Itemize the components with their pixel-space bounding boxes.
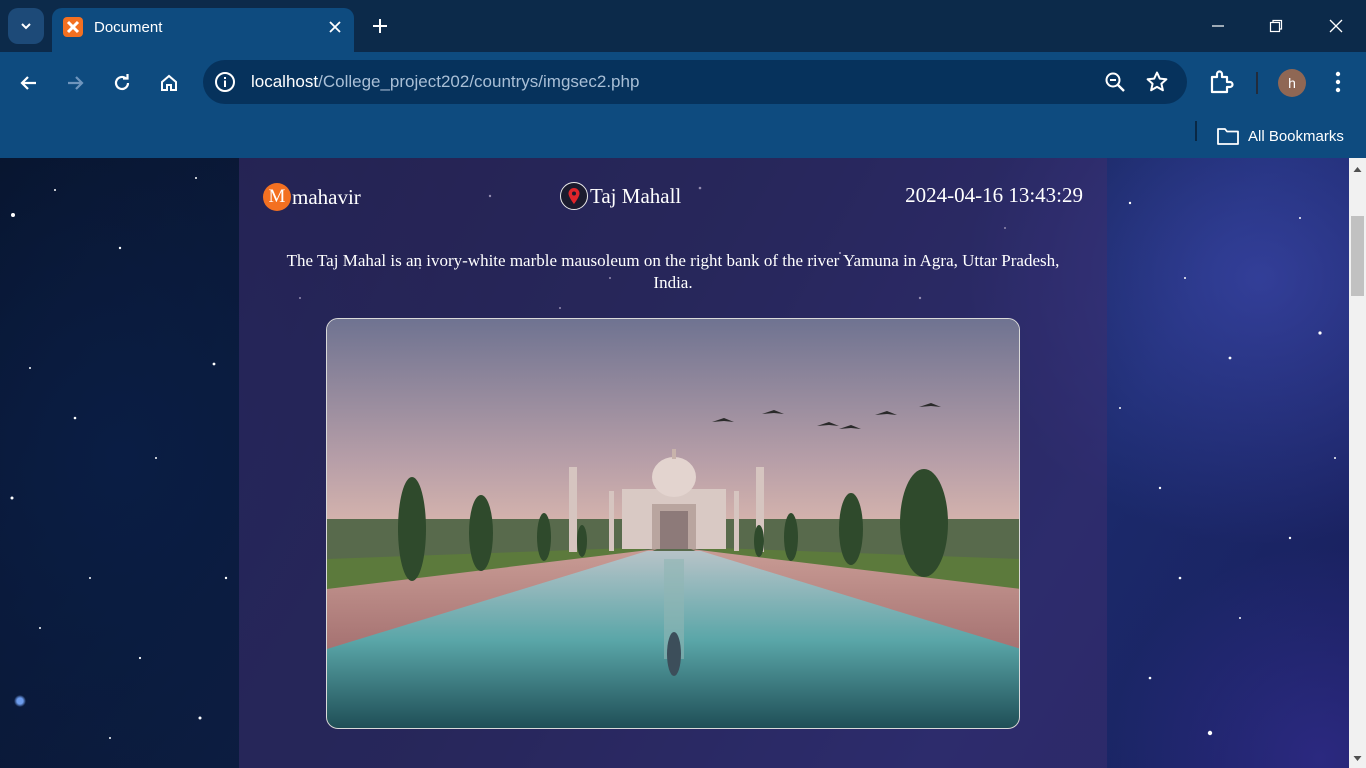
minimize-icon (1212, 25, 1224, 27)
reload-button[interactable] (105, 66, 139, 100)
home-icon (161, 74, 177, 91)
page-viewport: M mahavir Taj Mahall 2024-04-16 13:43:29… (0, 158, 1349, 768)
browser-toolbar: localhost/College_project202/countrys/im… (0, 52, 1366, 114)
tab-search-button[interactable] (8, 8, 44, 44)
bookmarks-separator (1195, 121, 1197, 141)
scroll-down-arrow-icon[interactable] (1353, 754, 1362, 763)
kebab-menu-icon (1335, 71, 1341, 93)
scroll-up-arrow-icon[interactable] (1353, 165, 1362, 174)
tab-close-button[interactable] (324, 16, 346, 38)
location-name: Taj Mahall (590, 183, 682, 208)
close-icon (1329, 19, 1343, 33)
toolbar-separator (1256, 72, 1258, 94)
user-avatar: M (263, 183, 291, 211)
profile-avatar[interactable]: h (1278, 69, 1306, 97)
post-datetime: 2024-04-16 13:43:29 (905, 183, 1083, 207)
post-card: M mahavir Taj Mahall 2024-04-16 13:43:29… (239, 158, 1107, 768)
minimize-button[interactable] (1195, 10, 1241, 42)
post-photo[interactable] (326, 318, 1020, 729)
post-author[interactable]: M mahavir (263, 183, 361, 211)
close-icon (329, 21, 341, 33)
xampp-favicon (63, 17, 83, 37)
address-bar[interactable]: localhost/College_project202/countrys/im… (203, 60, 1187, 104)
post-location: Taj Mahall (560, 182, 681, 210)
scrollbar-thumb[interactable] (1351, 216, 1364, 296)
new-tab-button[interactable] (366, 12, 394, 40)
browser-menu-button[interactable] (1326, 68, 1350, 96)
url-host: localhost (251, 72, 319, 91)
username: mahavir (292, 184, 361, 209)
location-pin-icon (560, 182, 588, 210)
restore-button[interactable] (1253, 10, 1299, 42)
taj-mahal-photo (327, 319, 1019, 728)
home-button[interactable] (152, 66, 186, 100)
url-text[interactable]: localhost/College_project202/countrys/im… (251, 72, 639, 92)
zoom-icon[interactable] (1103, 70, 1127, 94)
star-icon[interactable] (1145, 70, 1169, 94)
url-path: /College_project202/countrys/imgsec2.php (318, 72, 640, 91)
all-bookmarks-label: All Bookmarks (1248, 127, 1344, 145)
all-bookmarks-button[interactable]: All Bookmarks (1216, 120, 1344, 152)
dropdown-icon (21, 23, 31, 30)
extensions-icon[interactable] (1207, 68, 1235, 96)
bookmarks-bar: All Bookmarks (0, 114, 1366, 158)
tab-title: Document (94, 19, 163, 36)
info-icon[interactable] (214, 71, 236, 93)
tab-document[interactable]: Document (52, 8, 354, 52)
tab-strip: Document (0, 0, 1366, 52)
plus-icon (373, 19, 387, 33)
post-description: The Taj Mahal is an ivory-white marble m… (286, 251, 1060, 292)
folder-icon (1217, 128, 1239, 145)
back-icon (20, 76, 36, 90)
close-window-button[interactable] (1313, 10, 1359, 42)
forward-icon (68, 76, 84, 90)
restore-icon (1269, 19, 1283, 33)
forward-button[interactable] (58, 66, 92, 100)
back-button[interactable] (12, 66, 46, 100)
reload-icon (114, 74, 130, 91)
page-scrollbar[interactable] (1349, 158, 1366, 768)
